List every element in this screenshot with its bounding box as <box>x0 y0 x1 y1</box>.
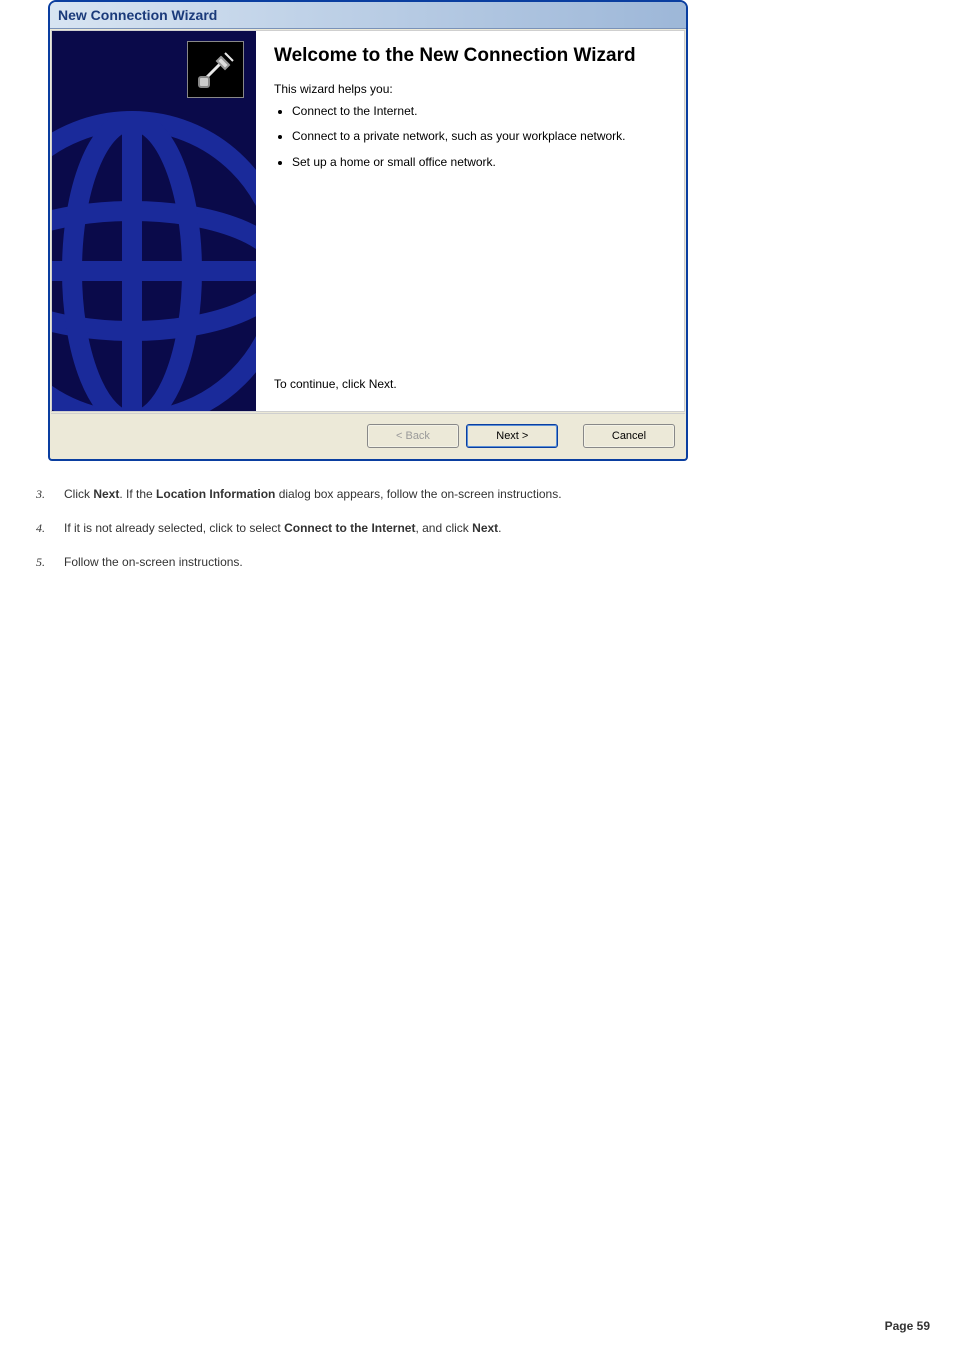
dialog-button-row: < Back Next > Cancel <box>51 413 685 458</box>
dialog-title: New Connection Wizard <box>58 7 217 23</box>
wizard-bullet: Set up a home or small office network. <box>292 155 664 171</box>
page-number: Page 59 <box>885 1319 930 1333</box>
next-button[interactable]: Next > <box>466 424 558 448</box>
step-5: Follow the on-screen instructions. <box>60 553 934 571</box>
wizard-content: Welcome to the New Connection Wizard Thi… <box>256 31 684 411</box>
connection-icon <box>187 41 244 98</box>
cancel-button[interactable]: Cancel <box>583 424 675 448</box>
wizard-heading: Welcome to the New Connection Wizard <box>274 45 664 68</box>
step-3: Click Next. If the Location Information … <box>60 485 934 503</box>
globe-icon <box>52 91 256 411</box>
new-connection-wizard-dialog: New Connection Wizard <box>48 0 688 461</box>
wizard-bullet: Connect to the Internet. <box>292 104 664 120</box>
back-button: < Back <box>367 424 459 448</box>
wizard-bullet: Connect to a private network, such as yo… <box>292 129 664 145</box>
dialog-body: Welcome to the New Connection Wizard Thi… <box>51 30 685 412</box>
dialog-titlebar[interactable]: New Connection Wizard <box>50 2 686 29</box>
wizard-intro: This wizard helps you: <box>274 82 664 96</box>
wizard-continue-text: To continue, click Next. <box>274 377 664 391</box>
wizard-bullet-list: Connect to the Internet. Connect to a pr… <box>274 104 664 181</box>
wizard-sidebar-graphic <box>52 31 256 411</box>
instruction-steps: Click Next. If the Location Information … <box>20 485 934 571</box>
step-4: If it is not already selected, click to … <box>60 519 934 537</box>
